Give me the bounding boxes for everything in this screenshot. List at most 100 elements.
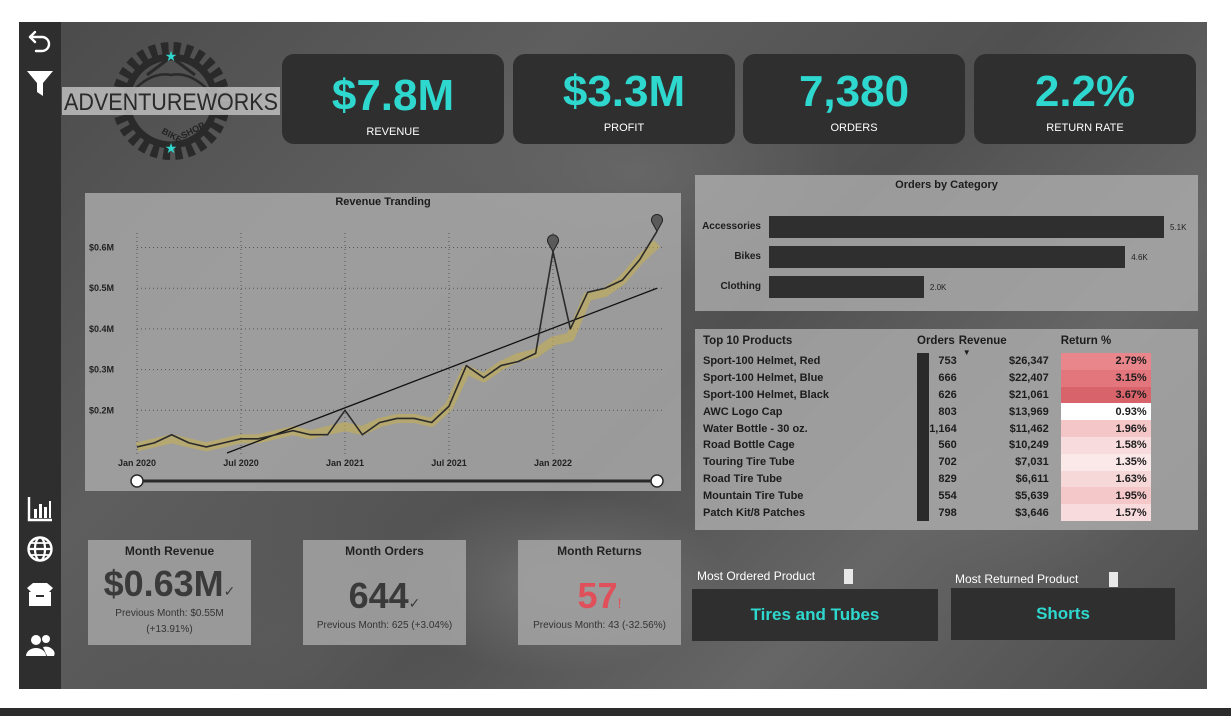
orders-value: 626 bbox=[938, 388, 957, 401]
product-name: Road Bottle Cage bbox=[703, 439, 795, 452]
product-revenue: $3,646 bbox=[1015, 506, 1049, 519]
product-revenue: $7,031 bbox=[1015, 456, 1049, 469]
table-row[interactable]: Mountain Tire Tube 554 $5,639 1.95% bbox=[703, 487, 1151, 505]
kpi-orders-value: 7,380 bbox=[798, 67, 910, 116]
col-return[interactable]: Return % bbox=[1061, 335, 1151, 353]
product-revenue: $21,061 bbox=[1008, 388, 1049, 401]
category-value: 2.0K bbox=[929, 283, 947, 292]
month-returns-card: Month Returns 57! Previous Month: 43 (-3… bbox=[518, 540, 681, 645]
month-revenue-card: Month Revenue $0.63M✓ Previous Month: $0… bbox=[88, 540, 251, 645]
orders-by-category-title: Orders by Category bbox=[895, 179, 998, 191]
date-range-handle[interactable] bbox=[130, 474, 144, 488]
col-orders[interactable]: Orders bbox=[917, 335, 959, 353]
table-row[interactable]: Road Tire Tube 829 $6,611 1.63% bbox=[703, 470, 1151, 488]
product-name: Sport-100 Helmet, Blue bbox=[703, 372, 824, 385]
product-name: Sport-100 Helmet, Black bbox=[703, 388, 829, 401]
table-row[interactable]: Water Bottle - 30 oz. 1,164 $11,462 1.96% bbox=[703, 420, 1151, 437]
orders-value: 1,164 bbox=[929, 422, 957, 435]
orders-value: 803 bbox=[938, 405, 957, 418]
month-revenue-value: $0.63M✓ bbox=[88, 566, 251, 602]
orders-databar bbox=[917, 386, 929, 404]
table-row[interactable]: AWC Logo Cap 803 $13,969 0.93% bbox=[703, 403, 1151, 421]
x-tick-label: Jul 2020 bbox=[223, 458, 259, 468]
category-bar[interactable] bbox=[769, 276, 924, 298]
orders-databar bbox=[917, 504, 929, 521]
x-tick-label: Jan 2020 bbox=[118, 458, 156, 468]
product-name: Touring Tire Tube bbox=[703, 456, 795, 469]
product-return-rate: 1.57% bbox=[1060, 504, 1151, 521]
box-icon[interactable] bbox=[23, 578, 57, 612]
sort-desc-icon: ▼ bbox=[962, 348, 971, 357]
revenue-trend-panel[interactable]: Revenue Tranding $0.6M $0.5M $0.4M $0.3M $0.… bbox=[85, 193, 681, 491]
date-range-handle[interactable] bbox=[650, 474, 664, 488]
users-icon[interactable] bbox=[23, 628, 57, 662]
product-revenue: $26,347 bbox=[1008, 355, 1049, 368]
category-bar[interactable] bbox=[769, 246, 1126, 268]
col-revenue[interactable]: Revenue ▼ bbox=[958, 335, 1061, 357]
month-returns-previous: Previous Month: 43 (-32.56%) bbox=[533, 620, 666, 631]
svg-text:ADVENTUREWORKS: ADVENTUREWORKS bbox=[64, 89, 278, 116]
product-return-rate: 3.15% bbox=[1060, 369, 1151, 387]
month-orders-previous: Previous Month: 625 (+3.04%) bbox=[316, 620, 453, 631]
category-value: 5.1K bbox=[1170, 223, 1187, 232]
orders-databar bbox=[917, 470, 929, 488]
kpi-orders-label: ORDERS bbox=[830, 122, 878, 134]
bar-chart-icon[interactable] bbox=[23, 492, 57, 526]
table-row[interactable]: Touring Tire Tube 702 $7,031 1.35% bbox=[703, 453, 1151, 471]
most-returned-slicer-toggle[interactable] bbox=[1109, 572, 1118, 587]
col-revenue-label: Revenue bbox=[958, 335, 1007, 347]
table-row[interactable]: Patch Kit/8 Patches 798 $3,646 1.57% bbox=[703, 504, 1151, 521]
month-orders-value-text: 644 bbox=[348, 575, 409, 616]
orders-by-category-panel[interactable]: Orders by Category Accessories 5.1K Bikes 4… bbox=[695, 175, 1198, 311]
table-row[interactable]: Sport-100 Helmet, Black 626 $21,061 3.67% bbox=[703, 386, 1151, 404]
product-revenue: $6,611 bbox=[1015, 472, 1049, 485]
top-products-body: Sport-100 Helmet, Red 753 $26,347 2.79% Spor… bbox=[703, 353, 1151, 521]
col-product[interactable]: Top 10 Products bbox=[703, 335, 917, 353]
product-name: Water Bottle - 30 oz. bbox=[703, 422, 808, 435]
back-arrow-icon[interactable] bbox=[23, 24, 57, 58]
product-orders: 829 bbox=[917, 470, 959, 488]
table-row[interactable]: Sport-100 Helmet, Blue 666 $22,407 3.15% bbox=[703, 369, 1151, 387]
orders-databar bbox=[917, 487, 929, 505]
category-label: Bikes bbox=[734, 251, 761, 262]
product-orders: 798 bbox=[917, 504, 959, 521]
product-return-rate: 0.93% bbox=[1060, 403, 1151, 421]
category-value: 4.6K bbox=[1131, 253, 1148, 262]
most-ordered-slicer-toggle[interactable] bbox=[844, 569, 853, 584]
orders-databar bbox=[917, 369, 929, 387]
month-revenue-prev-text: Previous Month: $0.55M bbox=[115, 608, 224, 619]
product-orders: 560 bbox=[917, 436, 959, 454]
orders-databar bbox=[917, 453, 929, 471]
check-icon: ✓ bbox=[408, 595, 421, 611]
kpi-return-rate-value: 2.2% bbox=[1034, 67, 1136, 116]
alert-icon: ! bbox=[617, 595, 622, 611]
adventureworks-logo: ★ ★ BIKE SHOP ADVENTUREWORKS bbox=[62, 36, 280, 166]
category-bar[interactable] bbox=[769, 216, 1164, 238]
orders-value: 829 bbox=[938, 472, 957, 485]
data-marker bbox=[547, 234, 559, 253]
filter-icon[interactable] bbox=[23, 66, 57, 100]
orders-value: 560 bbox=[938, 439, 957, 452]
product-revenue: $10,249 bbox=[1008, 439, 1049, 452]
globe-icon[interactable] bbox=[23, 532, 57, 566]
table-row[interactable]: Sport-100 Helmet, Red 753 $26,347 2.79% bbox=[703, 353, 1151, 370]
report-canvas: ★ ★ BIKE SHOP ADVENTUREWORKS $7.8M REVEN… bbox=[19, 22, 1207, 689]
product-return-rate: 1.96% bbox=[1060, 420, 1151, 437]
sidebar bbox=[19, 22, 61, 689]
month-returns-value: 57! bbox=[518, 578, 681, 614]
table-row[interactable]: Road Bottle Cage 560 $10,249 1.58% bbox=[703, 436, 1151, 454]
month-orders-value: 644✓ bbox=[303, 578, 466, 614]
y-tick-label: $0.5M bbox=[89, 283, 114, 293]
month-revenue-change: (+13.91%) bbox=[146, 623, 193, 635]
most-ordered-value: Tires and Tubes bbox=[692, 589, 938, 641]
top-products-panel[interactable]: Top 10 Products Orders Revenue ▼ Return %… bbox=[695, 329, 1198, 530]
kpi-revenue: $7.8M REVENUE bbox=[282, 54, 504, 144]
product-return-rate: 2.79% bbox=[1060, 353, 1151, 370]
product-return-rate: 1.58% bbox=[1060, 436, 1151, 454]
svg-text:★: ★ bbox=[165, 49, 178, 65]
table-header-row: Top 10 Products Orders Revenue ▼ Return % bbox=[703, 335, 1151, 357]
kpi-revenue-value: $7.8M bbox=[331, 71, 455, 120]
orders-databar bbox=[917, 436, 929, 454]
product-revenue: $13,969 bbox=[1008, 405, 1049, 418]
series-band-line bbox=[135, 240, 661, 452]
